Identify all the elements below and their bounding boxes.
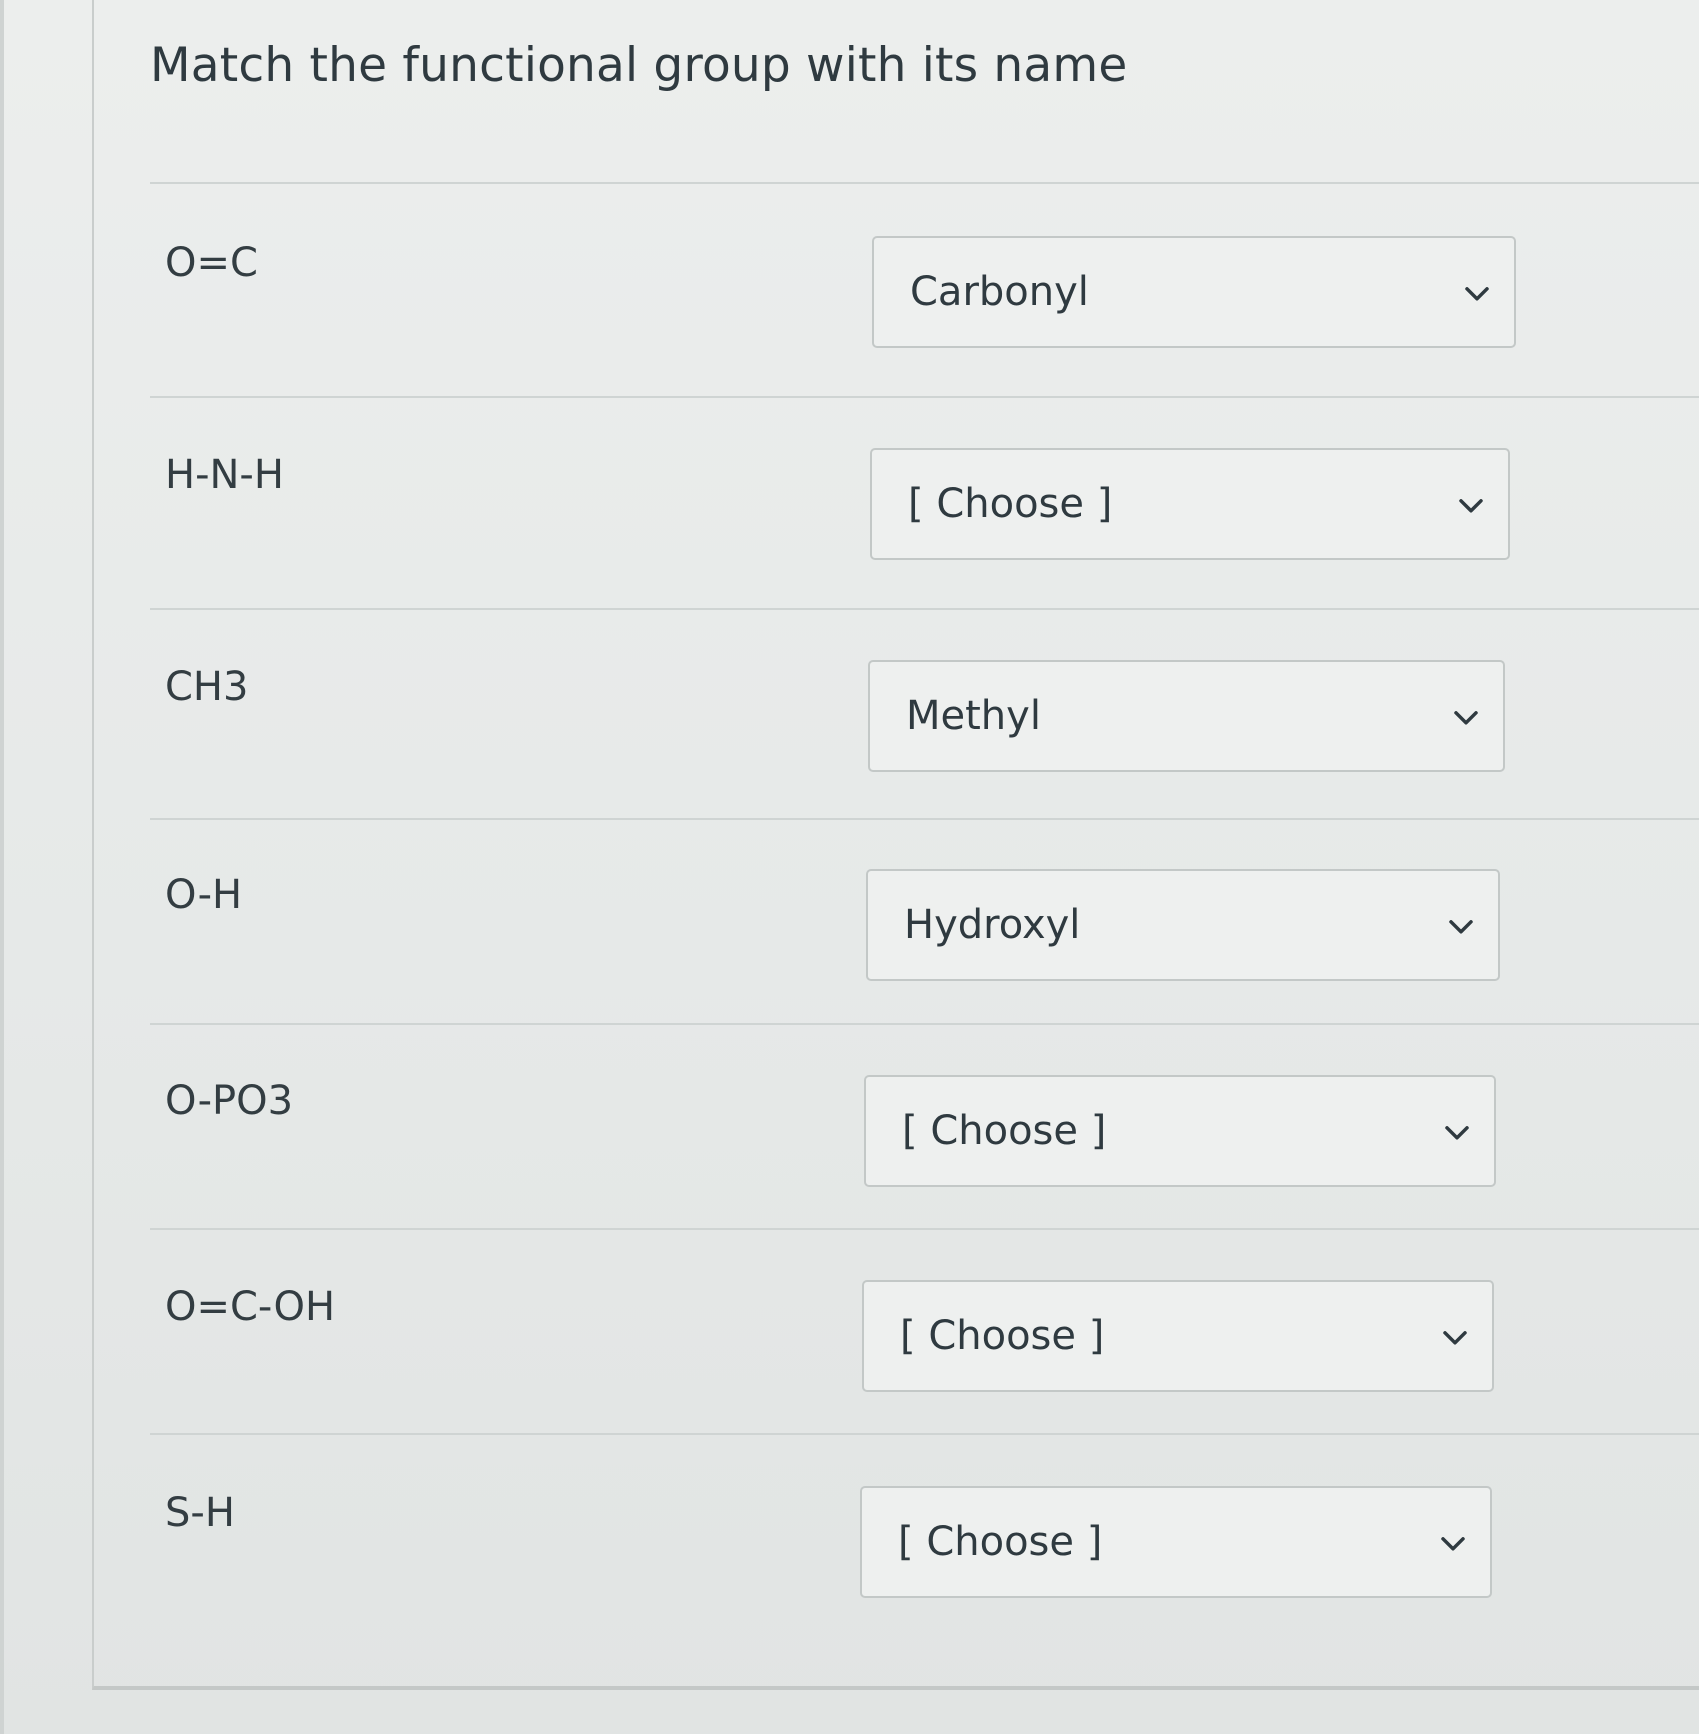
chevron-down-icon: [1454, 711, 1478, 725]
quiz-page: Match the functional group with its name…: [0, 0, 1699, 1734]
match-term-6: O=C-OH: [165, 1284, 336, 1330]
row-divider: [150, 1228, 1699, 1230]
chevron-down-icon: [1465, 287, 1489, 301]
match-term-5: O-PO3: [165, 1078, 294, 1124]
question-title: Match the functional group with its name: [150, 38, 1128, 93]
chevron-down-icon: [1445, 1126, 1469, 1140]
chevron-down-icon: [1443, 1331, 1467, 1345]
row-divider: [150, 1023, 1699, 1025]
window-edge: [0, 0, 4, 1734]
row-divider: [150, 1433, 1699, 1435]
chevron-down-icon: [1459, 499, 1483, 513]
match-term-1: O=C: [165, 240, 258, 286]
select-value: [ Choose ]: [908, 481, 1113, 527]
row-divider: [150, 396, 1699, 398]
match-select-2[interactable]: [ Choose ]: [870, 448, 1510, 560]
chevron-down-icon: [1449, 920, 1473, 934]
chevron-down-icon: [1441, 1537, 1465, 1551]
row-divider: [150, 182, 1699, 184]
select-value: Methyl: [906, 693, 1041, 739]
select-value: Hydroxyl: [904, 902, 1081, 948]
match-term-7: S-H: [165, 1490, 235, 1536]
match-select-3[interactable]: Methyl: [868, 660, 1505, 772]
match-term-3: CH3: [165, 664, 249, 710]
match-term-2: H-N-H: [165, 452, 284, 498]
row-divider: [150, 608, 1699, 610]
select-value: [ Choose ]: [900, 1313, 1105, 1359]
match-select-6[interactable]: [ Choose ]: [862, 1280, 1494, 1392]
select-value: [ Choose ]: [902, 1108, 1107, 1154]
match-select-1[interactable]: Carbonyl: [872, 236, 1516, 348]
match-term-4: O-H: [165, 872, 243, 918]
match-select-5[interactable]: [ Choose ]: [864, 1075, 1496, 1187]
select-value: [ Choose ]: [898, 1519, 1103, 1565]
match-select-4[interactable]: Hydroxyl: [866, 869, 1500, 981]
row-divider: [150, 818, 1699, 820]
match-select-7[interactable]: [ Choose ]: [860, 1486, 1492, 1598]
select-value: Carbonyl: [910, 269, 1089, 315]
